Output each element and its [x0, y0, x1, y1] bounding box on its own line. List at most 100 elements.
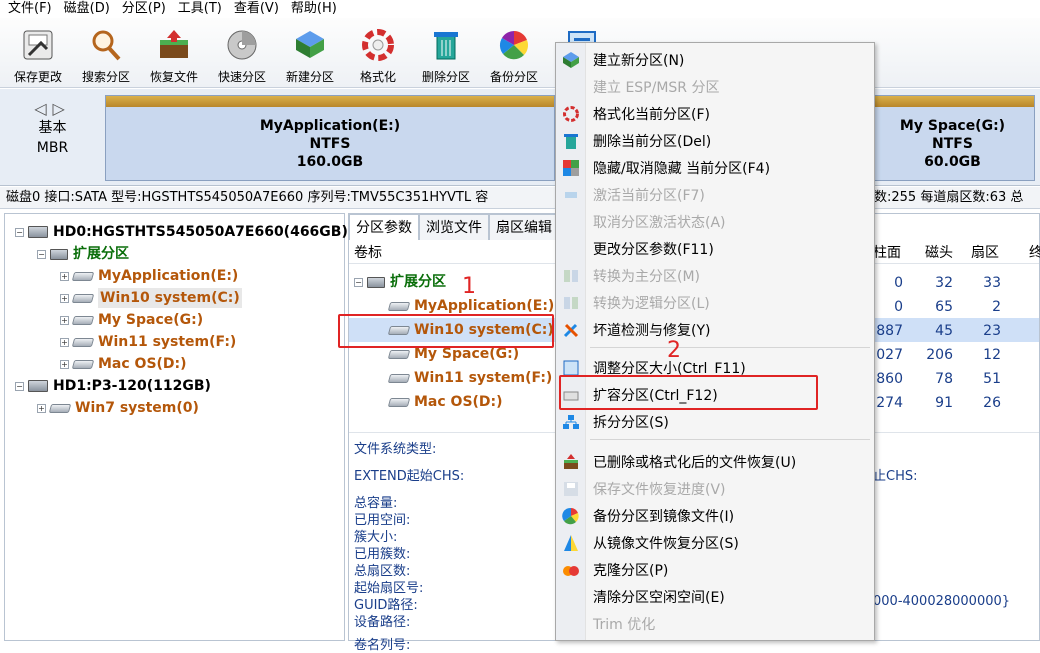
menu-item-label: 格式化当前分区(F): [593, 106, 710, 123]
expand-icon[interactable]: +: [37, 403, 46, 413]
menu-item-deactivate[interactable]: 取消分区激活状态(A): [556, 208, 874, 235]
search-partition-button[interactable]: 搜索分区: [72, 18, 140, 88]
menu-item-change-params[interactable]: 更改分区参数(F11): [556, 235, 874, 262]
activate-icon: [556, 186, 586, 204]
menu-item-wipe-free[interactable]: 清除分区空闲空间(E): [556, 583, 874, 610]
tree-item-win7[interactable]: + Win7 system(0): [37, 398, 199, 418]
disk-segment-myapplication[interactable]: MyApplication(E:) NTFS 160.0GB: [105, 95, 555, 181]
collapse-icon[interactable]: −: [15, 381, 24, 391]
tree-item-myapplication[interactable]: + MyApplication(E:): [60, 266, 238, 286]
tree-item-macos[interactable]: + Mac OS(D:): [60, 354, 187, 374]
menu-item-label: 建立新分区(N): [593, 52, 685, 69]
menu-item-esp-msr[interactable]: 建立 ESP/MSR 分区: [556, 73, 874, 100]
segment-fs: NTFS: [932, 136, 973, 152]
tree-label: HD1:P3-120(112GB): [53, 378, 211, 394]
menu-item-convert-logical[interactable]: 转换为逻辑分区(L): [556, 289, 874, 316]
save-progress-icon: [556, 480, 586, 498]
tab-partition-params[interactable]: 分区参数: [349, 214, 419, 240]
partition-icon: [71, 293, 95, 303]
menu-partition[interactable]: 分区(P): [116, 0, 172, 18]
tree-label: MyApplication(E:): [98, 268, 239, 284]
menu-item-save-progress[interactable]: 保存文件恢复进度(V): [556, 475, 874, 502]
quick-partition-button[interactable]: 快速分区: [208, 18, 276, 88]
expand-icon[interactable]: +: [60, 337, 69, 347]
format-button[interactable]: 格式化: [344, 18, 412, 88]
expand-icon[interactable]: +: [60, 315, 69, 325]
clone-icon: [556, 561, 586, 579]
menu-item-format[interactable]: 格式化当前分区(F): [556, 100, 874, 127]
tree-item-hd1[interactable]: − HD1:P3-120(112GB): [15, 376, 211, 396]
new-partition-icon: [556, 51, 586, 69]
quick-partition-icon: [223, 26, 261, 64]
menu-item-delete[interactable]: 删除当前分区(Del): [556, 127, 874, 154]
menu-help[interactable]: 帮助(H): [285, 0, 343, 18]
convert-logical-icon: [556, 294, 586, 312]
menu-disk[interactable]: 磁盘(D): [58, 0, 116, 18]
tree-item-win10[interactable]: + Win10 system(C:): [60, 288, 242, 308]
column-cylinder[interactable]: 柱面: [873, 242, 901, 264]
annotation-box-1: [338, 314, 554, 348]
toolbar-label: 恢复文件: [149, 70, 198, 84]
table-row-myapplication[interactable]: MyApplication(E:): [387, 296, 554, 316]
expand-icon[interactable]: +: [60, 271, 69, 281]
hide-icon: [556, 159, 586, 177]
save-changes-button[interactable]: 保存更改: [4, 18, 72, 88]
head-column: 32 65 45 206 78 91: [915, 271, 953, 415]
delete-icon: [556, 132, 586, 150]
segment-size: 60.0GB: [924, 154, 981, 170]
toolbar-label: 搜索分区: [81, 70, 130, 84]
expand-icon[interactable]: +: [60, 293, 69, 303]
partition-icon: [48, 403, 72, 413]
menu-item-label: 克隆分区(P): [593, 562, 669, 579]
table-row-win11[interactable]: Win11 system(F:): [387, 368, 552, 388]
recover-icon: [556, 453, 586, 471]
table-row-macos[interactable]: Mac OS(D:): [387, 392, 503, 412]
menu-item-clone[interactable]: 克隆分区(P): [556, 556, 874, 583]
new-partition-button[interactable]: 新建分区: [276, 18, 344, 88]
tab-sector-editor[interactable]: 扇区编辑: [489, 214, 559, 240]
collapse-icon[interactable]: −: [354, 277, 363, 287]
menu-item-restore-image[interactable]: 从镜像文件恢复分区(S): [556, 529, 874, 556]
column-head[interactable]: 磁头: [925, 242, 953, 264]
menu-item-label: 转换为主分区(M): [593, 268, 701, 285]
recover-files-button[interactable]: 恢复文件: [140, 18, 208, 88]
restore-icon: [556, 534, 586, 552]
menu-item-convert-primary[interactable]: 转换为主分区(M): [556, 262, 874, 289]
column-end[interactable]: 终: [1029, 242, 1040, 264]
collapse-icon[interactable]: −: [15, 227, 24, 237]
menu-item-bad-sector-repair[interactable]: 坏道检测与修复(Y): [556, 316, 874, 343]
tree-item-win11[interactable]: + Win11 system(F:): [60, 332, 236, 352]
menu-item-split[interactable]: 拆分分区(S): [556, 408, 874, 435]
backup-partition-button[interactable]: 备份分区: [480, 18, 548, 88]
menu-view[interactable]: 查看(V): [228, 0, 285, 18]
delete-partition-button[interactable]: 删除分区: [412, 18, 480, 88]
menu-item-new-partition[interactable]: 建立新分区(N): [556, 46, 874, 73]
cell-head: 32: [935, 275, 953, 291]
disk-segment-myspace[interactable]: My Space(G:) NTFS 60.0GB: [870, 95, 1035, 181]
info-end-chs: 止CHS:: [873, 469, 918, 484]
tree-item-extended[interactable]: − 扩展分区: [37, 244, 129, 264]
disk-nav-arrows-icon[interactable]: ◁▷: [0, 99, 105, 118]
column-sector[interactable]: 扇区: [971, 242, 999, 264]
menu-item-trim[interactable]: Trim 优化: [556, 610, 874, 637]
menu-item-activate[interactable]: 激活当前分区(F7): [556, 181, 874, 208]
column-label[interactable]: 卷标: [354, 242, 382, 264]
menu-tools[interactable]: 工具(T): [172, 0, 228, 18]
disk-status-left: 磁盘0 接口:SATA 型号:HGSTHTS545050A7E660 序列号:T…: [6, 190, 489, 205]
tree-item-hd0[interactable]: − HD0:HGSTHTS545050A7E660(466GB): [15, 222, 348, 242]
disk-type: ◁▷ 基本 MBR: [0, 89, 105, 186]
menu-item-label: 保存文件恢复进度(V): [593, 481, 726, 498]
menu-item-file-recovery[interactable]: 已删除或格式化后的文件恢复(U): [556, 448, 874, 475]
menu-file[interactable]: 文件(F): [2, 0, 58, 18]
tree-item-myspace[interactable]: + My Space(G:): [60, 310, 203, 330]
tree-label: Mac OS(D:): [98, 356, 187, 372]
menu-item-hide[interactable]: 隐藏/取消隐藏 当前分区(F4): [556, 154, 874, 181]
info-fs-type: 文件系统类型:: [354, 442, 437, 457]
table-row-extended[interactable]: − 扩展分区: [354, 272, 446, 292]
tab-browse-files[interactable]: 浏览文件: [419, 214, 489, 240]
info-guid-value: 000-400028000000}: [873, 594, 1011, 609]
collapse-icon[interactable]: −: [37, 249, 46, 259]
menu-item-backup-image[interactable]: 备份分区到镜像文件(I): [556, 502, 874, 529]
expand-icon[interactable]: +: [60, 359, 69, 369]
menu-bar: 文件(F) 磁盘(D) 分区(P) 工具(T) 查看(V) 帮助(H): [0, 0, 1040, 18]
